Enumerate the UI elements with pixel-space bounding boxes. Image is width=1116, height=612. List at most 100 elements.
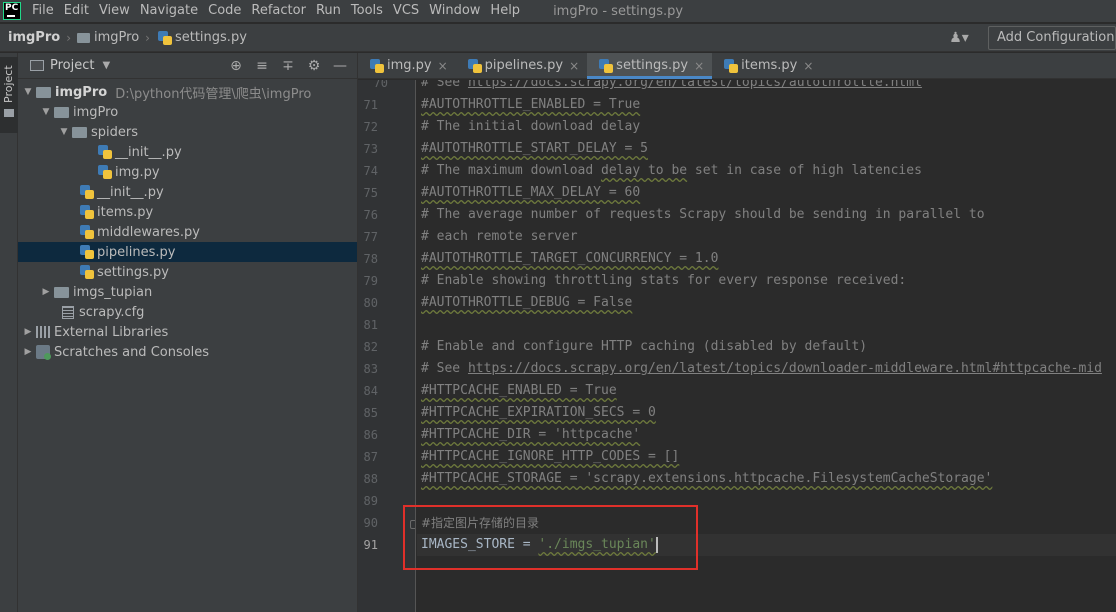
line-number: 82 <box>363 340 378 354</box>
chevron-down-icon[interactable]: ▼ <box>58 127 70 137</box>
expand-all-icon[interactable]: ≡ <box>249 58 275 74</box>
chevron-right-icon[interactable]: ▶ <box>22 347 34 357</box>
menu-refactor[interactable]: Refactor <box>246 0 311 22</box>
python-file-icon <box>98 145 112 159</box>
line-number: 85 <box>363 406 378 420</box>
code-comment: #HTTPCACHE_EXPIRATION_SECS = 0 <box>421 405 656 420</box>
tree-item-package[interactable]: ▼ imgPro <box>18 102 357 122</box>
menu-tools[interactable]: Tools <box>346 0 388 22</box>
menu-vcs[interactable]: VCS <box>388 0 424 22</box>
tree-item-external-libraries[interactable]: ▶ External Libraries <box>18 322 357 342</box>
tree-item-file[interactable]: settings.py <box>18 262 357 282</box>
menu-help[interactable]: Help <box>485 0 525 22</box>
chevron-right-icon[interactable]: ▶ <box>40 287 52 297</box>
close-icon[interactable]: × <box>569 59 579 73</box>
menu-code[interactable]: Code <box>203 0 246 22</box>
navigation-bar: imgPro › imgPro › settings.py ♟▾ Add Con… <box>0 24 1116 52</box>
menu-view[interactable]: View <box>94 0 135 22</box>
code-link[interactable]: https://docs.scrapy.org/en/latest/topics… <box>468 361 1102 376</box>
python-file-icon <box>80 225 94 239</box>
menu-file[interactable]: File <box>27 0 59 22</box>
project-panel-title[interactable]: Project <box>50 58 94 73</box>
code-comment: #AUTOTHROTTLE_MAX_DELAY = 60 <box>421 185 641 200</box>
locate-file-icon[interactable]: ⊕ <box>223 58 249 74</box>
code-comment: # See <box>421 80 468 90</box>
breadcrumb-separator-icon: › <box>66 30 71 45</box>
gear-icon[interactable]: ⚙ <box>301 58 327 74</box>
tree-item-path: D:\python代码管理\爬虫\imgPro <box>115 86 312 102</box>
tree-item-file[interactable]: img.py <box>18 162 357 182</box>
code-comment: delay to be <box>601 163 688 178</box>
folder-icon <box>72 126 87 138</box>
line-number: 72 <box>363 120 378 134</box>
line-number-current: 91 <box>363 538 378 552</box>
tree-item-label: img.py <box>115 164 160 180</box>
code-line: #HTTPCACHE_DIR = 'httpcache' <box>421 424 640 446</box>
python-file-icon <box>157 30 172 45</box>
chevron-down-icon[interactable]: ▼ <box>102 60 110 71</box>
folder-icon <box>36 86 51 98</box>
tab-settings-py[interactable]: settings.py × <box>587 53 713 79</box>
tree-item-file[interactable]: scrapy.cfg <box>18 302 357 322</box>
line-number: 86 <box>363 428 378 442</box>
chevron-down-icon[interactable]: ▼ <box>22 87 34 97</box>
tree-item-file[interactable]: __init__.py <box>18 182 357 202</box>
window-title: imgPro - settings.py <box>553 3 684 19</box>
line-number: 84 <box>363 384 378 398</box>
chevron-down-icon[interactable]: ▼ <box>40 107 52 117</box>
tree-item-file[interactable]: __init__.py <box>18 142 357 162</box>
project-tool-tab-label: Project <box>2 65 15 103</box>
add-configuration-button[interactable]: Add Configuration... <box>988 26 1116 50</box>
hide-panel-icon[interactable]: — <box>327 58 353 74</box>
python-file-icon <box>80 245 94 259</box>
chevron-right-icon[interactable]: ▶ <box>22 327 34 337</box>
tab-items-py[interactable]: items.py × <box>712 53 821 78</box>
tree-item-folder[interactable]: ▶ imgs_tupian <box>18 282 357 302</box>
close-icon[interactable]: × <box>694 59 704 73</box>
project-tool-tab[interactable]: Project <box>0 57 18 133</box>
project-panel: Project ▼ ⊕ ≡ ∓ ⚙ — ▼ imgPro D:\python代码… <box>18 53 358 612</box>
tree-item-label: Scratches and Consoles <box>54 344 210 360</box>
code-line: # The initial download delay <box>421 119 641 134</box>
tab-img-py[interactable]: img.py × <box>358 53 456 78</box>
line-number: 76 <box>363 208 378 222</box>
line-number: 74 <box>363 164 378 178</box>
menu-navigate[interactable]: Navigate <box>135 0 203 22</box>
library-icon <box>36 326 50 338</box>
code-link[interactable]: https://docs.scrapy.org/en/latest/topics… <box>468 80 922 90</box>
breadcrumb-separator-icon: › <box>145 30 150 45</box>
code-comment: #AUTOTHROTTLE_START_DELAY = 5 <box>421 141 648 156</box>
folder-icon <box>4 109 14 117</box>
annotation-highlight-box <box>403 505 698 570</box>
tree-item-label: imgPro <box>55 84 108 100</box>
scratches-icon <box>36 345 51 360</box>
folder-icon <box>30 60 44 71</box>
menu-edit[interactable]: Edit <box>59 0 94 22</box>
breadcrumb-file[interactable]: settings.py <box>156 30 247 45</box>
close-icon[interactable]: × <box>438 59 448 73</box>
tree-item-file-selected[interactable]: pipelines.py <box>18 242 357 262</box>
tree-item-spiders[interactable]: ▼ spiders <box>18 122 357 142</box>
tree-item-label: __init__.py <box>97 184 164 200</box>
tree-item-file[interactable]: items.py <box>18 202 357 222</box>
tab-pipelines-py[interactable]: pipelines.py × <box>456 53 588 78</box>
code-line: #HTTPCACHE_STORAGE = 'scrapy.extensions.… <box>421 468 992 490</box>
tab-label: settings.py <box>616 58 689 73</box>
code-comment: #HTTPCACHE_ENABLED = True <box>421 383 617 398</box>
breadcrumb-package[interactable]: imgPro <box>77 30 139 45</box>
line-number: 89 <box>363 494 378 508</box>
menu-run[interactable]: Run <box>311 0 346 22</box>
close-icon[interactable]: × <box>803 59 813 73</box>
breadcrumb-project[interactable]: imgPro <box>8 30 60 45</box>
code-comment: #AUTOTHROTTLE_ENABLED = True <box>421 97 641 112</box>
tree-item-scratches[interactable]: ▶ Scratches and Consoles <box>18 342 357 362</box>
account-icon[interactable]: ♟▾ <box>946 28 972 48</box>
collapse-all-icon[interactable]: ∓ <box>275 58 301 74</box>
left-tool-strip: Project <box>0 53 18 612</box>
code-comment: set in case of high latencies <box>687 163 922 178</box>
code-line: #AUTOTHROTTLE_MAX_DELAY = 60 <box>421 182 640 204</box>
menu-window[interactable]: Window <box>424 0 485 22</box>
tree-item-file[interactable]: middlewares.py <box>18 222 357 242</box>
tree-item-root[interactable]: ▼ imgPro D:\python代码管理\爬虫\imgPro <box>18 82 357 102</box>
line-number: 80 <box>363 296 378 310</box>
